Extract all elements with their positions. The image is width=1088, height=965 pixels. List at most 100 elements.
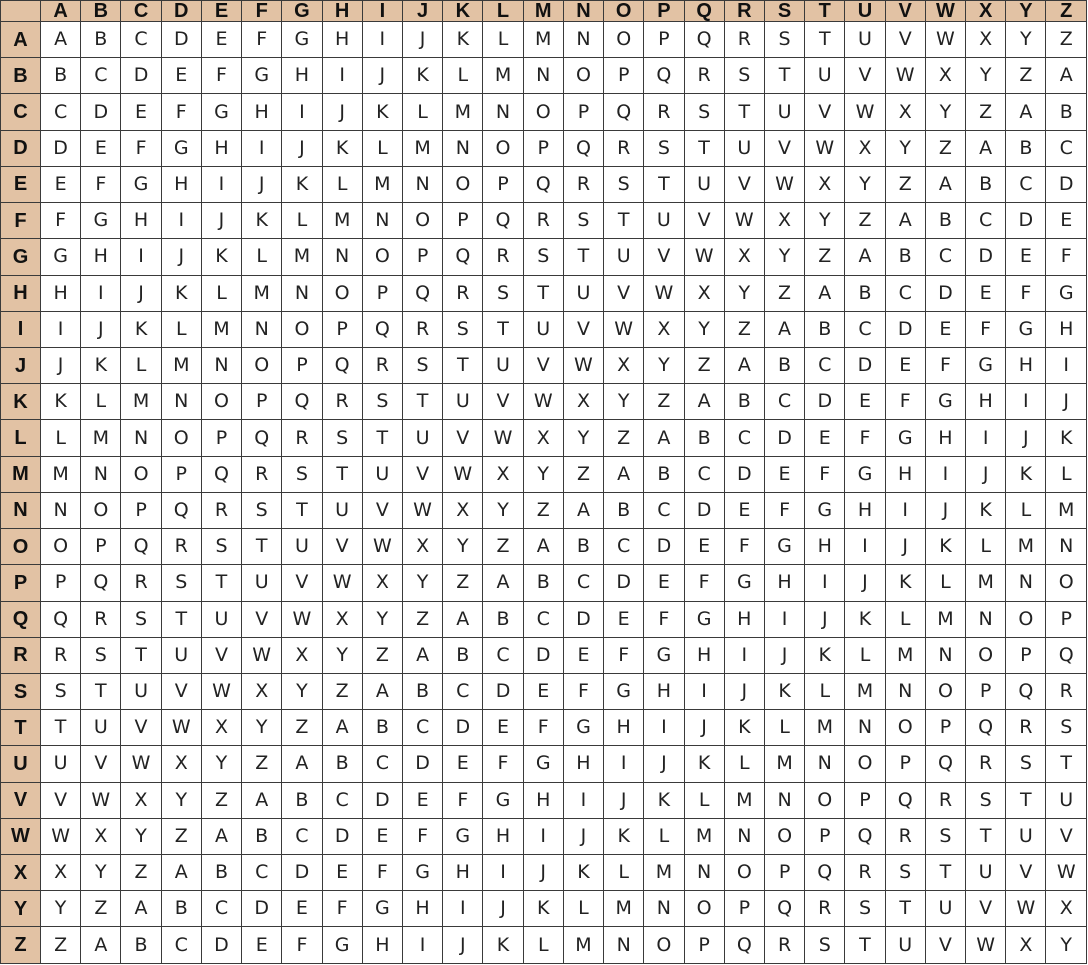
- grid-cell: R: [1005, 709, 1047, 747]
- grid-cell: Y: [442, 528, 484, 566]
- grid-cell: E: [241, 926, 283, 964]
- grid-cell: K: [804, 636, 846, 674]
- table-row: YYZABCDEFGHIJKLMNOPQRSTUVWX: [0, 890, 1087, 928]
- grid-cell: H: [763, 564, 806, 602]
- grid-cell: S: [924, 817, 967, 856]
- row-header-m: M: [0, 455, 41, 493]
- grid-cell: I: [120, 238, 162, 276]
- grid-cell: V: [804, 93, 846, 131]
- grid-cell: Z: [522, 491, 564, 530]
- grid-cell: T: [522, 274, 564, 312]
- grid-cell: K: [361, 93, 403, 131]
- grid-cell: C: [763, 383, 806, 421]
- grid-cell: U: [482, 346, 524, 385]
- grid-cell: D: [884, 310, 926, 348]
- grid-cell: W: [120, 745, 162, 783]
- grid-cell: N: [80, 455, 122, 493]
- grid-cell: K: [522, 890, 564, 928]
- grid-cell: K: [321, 129, 363, 167]
- grid-cell: W: [562, 346, 605, 385]
- table-row: QQRSTUVWXYZABCDEFGHIJKLMNOP: [0, 600, 1087, 638]
- grid-cell: N: [562, 20, 605, 59]
- grid-cell: N: [723, 817, 765, 856]
- grid-cell: Y: [884, 129, 926, 167]
- grid-cell: U: [683, 165, 725, 204]
- grid-cell: R: [804, 890, 846, 928]
- grid-cell: D: [924, 274, 967, 312]
- column-header-y: Y: [1005, 0, 1047, 22]
- grid-cell: I: [39, 310, 82, 348]
- grid-cell: L: [804, 672, 846, 711]
- grid-cell: P: [160, 455, 202, 493]
- grid-cell: P: [804, 817, 846, 856]
- grid-cell: Q: [603, 93, 645, 131]
- row-header-z: Z: [0, 926, 41, 964]
- grid-cell: Y: [482, 491, 524, 530]
- grid-cell: H: [321, 20, 363, 59]
- grid-cell: G: [482, 781, 524, 819]
- grid-cell: G: [965, 346, 1007, 385]
- grid-cell: E: [884, 346, 926, 385]
- grid-cell: F: [442, 781, 484, 819]
- grid-cell: K: [80, 346, 122, 385]
- grid-cell: O: [321, 274, 363, 312]
- grid-cell: L: [884, 600, 926, 638]
- column-header-r: R: [723, 0, 765, 22]
- grid-cell: J: [442, 926, 484, 964]
- grid-cell: Z: [763, 274, 806, 312]
- grid-cell: F: [844, 419, 886, 457]
- grid-cell: H: [200, 129, 243, 167]
- grid-cell: N: [522, 57, 564, 95]
- grid-cell: C: [321, 781, 363, 819]
- grid-cell: J: [281, 129, 323, 167]
- grid-cell: A: [763, 310, 806, 348]
- grid-cell: X: [1005, 926, 1047, 964]
- grid-cell: M: [39, 455, 82, 493]
- grid-cell: B: [924, 202, 967, 240]
- grid-cell: A: [723, 346, 765, 385]
- grid-cell: Z: [924, 129, 967, 167]
- grid-cell: F: [160, 93, 202, 131]
- grid-cell: T: [763, 57, 806, 95]
- grid-cell: F: [120, 129, 162, 167]
- grid-cell: I: [965, 419, 1007, 457]
- grid-cell: J: [844, 564, 886, 602]
- grid-cell: P: [1005, 636, 1047, 674]
- table-row: PPQRSTUVWXYZABCDEFGHIJKLMNO: [0, 564, 1087, 602]
- grid-cell: B: [723, 383, 765, 421]
- grid-cell: H: [603, 709, 645, 747]
- grid-cell: X: [603, 346, 645, 385]
- grid-cell: B: [80, 20, 122, 59]
- grid-cell: T: [1005, 781, 1047, 819]
- grid-cell: V: [643, 238, 685, 276]
- grid-cell: W: [361, 528, 403, 566]
- grid-cell: T: [160, 600, 202, 638]
- grid-cell: D: [763, 419, 806, 457]
- corner-cell: [0, 0, 41, 22]
- grid-cell: P: [401, 238, 444, 276]
- grid-cell: P: [965, 672, 1007, 711]
- grid-cell: Y: [80, 854, 122, 892]
- grid-cell: Y: [522, 455, 564, 493]
- grid-cell: A: [321, 709, 363, 747]
- grid-cell: K: [723, 709, 765, 747]
- grid-cell: Y: [683, 310, 725, 348]
- table-row: SSTUVWXYZABCDEFGHIJKLMNOPQR: [0, 672, 1087, 711]
- grid-cell: N: [924, 636, 967, 674]
- grid-cell: E: [120, 93, 162, 131]
- grid-cell: F: [763, 491, 806, 530]
- grid-cell: V: [321, 528, 363, 566]
- grid-cell: Q: [442, 238, 484, 276]
- grid-cell: D: [401, 745, 444, 783]
- grid-cell: X: [200, 709, 243, 747]
- grid-cell: X: [804, 165, 846, 204]
- table-row: EEFGHIJKLMNOPQRSTUVWXYZABCD: [0, 165, 1087, 204]
- grid-cell: K: [603, 817, 645, 856]
- grid-cell: T: [281, 491, 323, 530]
- grid-cell: C: [1045, 129, 1087, 167]
- grid-cell: J: [643, 745, 685, 783]
- grid-cell: J: [763, 636, 806, 674]
- grid-cell: K: [844, 600, 886, 638]
- grid-cell: C: [160, 926, 202, 964]
- grid-cell: B: [603, 491, 645, 530]
